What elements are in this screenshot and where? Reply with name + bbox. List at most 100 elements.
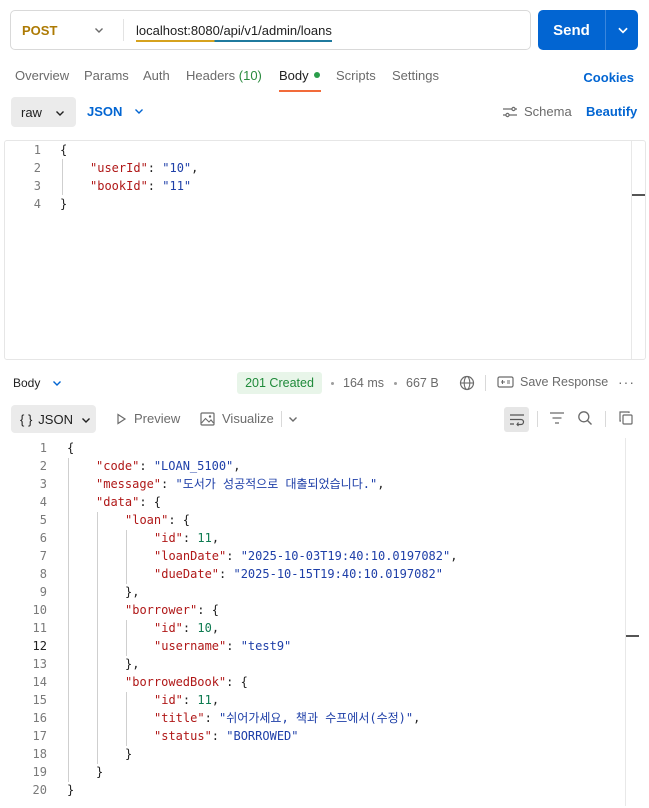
code-line[interactable]: } bbox=[125, 745, 132, 763]
line-number: 14 bbox=[32, 675, 47, 689]
method-select[interactable]: POST bbox=[11, 11, 123, 49]
line-number: 20 bbox=[32, 783, 47, 797]
schema-button[interactable]: Schema bbox=[502, 104, 572, 119]
line-number: 6 bbox=[39, 531, 47, 545]
code-token: } bbox=[60, 197, 68, 211]
indent-guide bbox=[62, 159, 63, 195]
code-token: }, bbox=[125, 585, 140, 599]
cookies-link[interactable]: Cookies bbox=[583, 70, 634, 85]
preview-button[interactable]: Preview bbox=[115, 411, 180, 426]
code-line[interactable]: } bbox=[67, 781, 74, 799]
response-size[interactable]: 667 B bbox=[406, 376, 439, 390]
code-line[interactable]: "id": 10, bbox=[154, 619, 219, 637]
tab-body[interactable]: Body bbox=[279, 68, 320, 83]
code-line[interactable]: "status": "BORROWED" bbox=[154, 727, 299, 745]
code-line[interactable]: "data": { bbox=[96, 493, 161, 511]
globe-icon[interactable] bbox=[459, 375, 475, 391]
copy-icon[interactable] bbox=[618, 410, 634, 426]
code-line[interactable]: }, bbox=[125, 655, 139, 673]
indent-guide bbox=[126, 620, 127, 656]
code-token: : { bbox=[197, 603, 219, 617]
tab-overview[interactable]: Overview bbox=[15, 68, 69, 83]
code-token: : bbox=[147, 179, 163, 193]
code-token: "dueDate" bbox=[154, 567, 220, 581]
filter-icon[interactable] bbox=[549, 411, 565, 425]
divider bbox=[123, 19, 124, 41]
code-line[interactable]: "borrower": { bbox=[125, 601, 219, 619]
code-token: : bbox=[182, 621, 198, 635]
chevron-down-icon[interactable] bbox=[287, 413, 299, 425]
beautify-button[interactable]: Beautify bbox=[586, 104, 637, 119]
code-token: : bbox=[182, 693, 198, 707]
line-number: 19 bbox=[32, 765, 47, 779]
response-format-label: JSON bbox=[38, 411, 73, 427]
indent-guide bbox=[97, 512, 98, 764]
scrollbar[interactable] bbox=[631, 141, 632, 359]
visualize-button[interactable]: Visualize bbox=[200, 411, 274, 426]
code-line[interactable]: } bbox=[96, 763, 103, 781]
status-badge[interactable]: 201 Created bbox=[237, 372, 322, 394]
code-token: , bbox=[233, 459, 241, 473]
code-line[interactable]: "loanDate": "2025-10-03T19:40:10.0197082… bbox=[154, 547, 457, 565]
code-token: "LOAN_5100" bbox=[153, 459, 234, 473]
tab-headers-count: (10) bbox=[238, 68, 262, 83]
code-token: : bbox=[226, 549, 241, 563]
active-tab-indicator bbox=[279, 90, 321, 92]
save-response-button[interactable]: Save Response bbox=[497, 375, 608, 389]
code-line[interactable]: "message": "도서가 성공적으로 대출되었습니다.", bbox=[96, 475, 384, 493]
code-token: : bbox=[211, 729, 227, 743]
send-label: Send bbox=[553, 21, 590, 39]
line-number: 8 bbox=[39, 567, 47, 581]
response-format-select[interactable]: { } JSON bbox=[11, 405, 96, 433]
send-button[interactable]: Send bbox=[538, 10, 638, 50]
response-time[interactable]: 164 ms bbox=[343, 376, 384, 390]
url-input[interactable]: localhost:8080/api/v1/admin/loans bbox=[136, 11, 332, 49]
divider bbox=[281, 411, 282, 427]
line-number: 4 bbox=[33, 197, 41, 211]
tab-settings[interactable]: Settings bbox=[392, 68, 439, 83]
code-line[interactable]: "bookId": "11" bbox=[90, 177, 191, 195]
code-token: "bookId" bbox=[90, 179, 148, 193]
code-token: "11" bbox=[162, 179, 192, 193]
code-line[interactable]: { bbox=[60, 141, 67, 159]
play-icon bbox=[117, 412, 127, 425]
code-token: 11 bbox=[197, 531, 212, 545]
search-icon[interactable] bbox=[577, 410, 593, 426]
response-section-select[interactable]: Body bbox=[13, 376, 61, 390]
code-line[interactable]: "title": "쉬어가세요, 책과 수프에서(수정)", bbox=[154, 709, 420, 727]
body-mode-select[interactable]: raw bbox=[11, 97, 76, 127]
code-token: } bbox=[125, 747, 133, 761]
chevron-down-icon[interactable] bbox=[616, 23, 630, 37]
scrollbar[interactable] bbox=[625, 438, 626, 806]
code-token: : bbox=[139, 459, 154, 473]
indent-guide bbox=[126, 692, 127, 746]
code-line[interactable]: "userId": "10", bbox=[90, 159, 198, 177]
tab-auth[interactable]: Auth bbox=[143, 68, 170, 83]
line-number: 3 bbox=[33, 179, 41, 193]
code-token: : bbox=[147, 161, 163, 175]
code-line[interactable]: "code": "LOAN_5100", bbox=[96, 457, 241, 475]
tab-scripts[interactable]: Scripts bbox=[336, 68, 376, 83]
more-options-icon[interactable]: ··· bbox=[618, 374, 635, 390]
code-line[interactable]: }, bbox=[125, 583, 139, 601]
code-token: "2025-10-15T19:40:10.0197082" bbox=[233, 567, 443, 581]
schema-label: Schema bbox=[524, 104, 572, 119]
code-line[interactable]: "username": "test9" bbox=[154, 637, 291, 655]
code-token: } bbox=[67, 783, 75, 797]
tab-headers[interactable]: Headers (10) bbox=[186, 68, 262, 83]
wrap-lines-button[interactable] bbox=[504, 407, 529, 432]
image-icon bbox=[200, 411, 215, 426]
body-mode-label: raw bbox=[21, 104, 42, 120]
code-line[interactable]: "id": 11, bbox=[154, 691, 219, 709]
chevron-down-icon bbox=[82, 418, 90, 423]
code-line[interactable]: "borrowedBook": { bbox=[125, 673, 248, 691]
line-number: 1 bbox=[39, 441, 47, 455]
tab-params[interactable]: Params bbox=[84, 68, 129, 83]
code-line[interactable]: "dueDate": "2025-10-15T19:40:10.0197082" bbox=[154, 565, 443, 583]
url-box: POST localhost:8080/api/v1/admin/loans bbox=[10, 10, 531, 50]
language-select[interactable]: JSON bbox=[87, 104, 143, 119]
code-line[interactable]: "id": 11, bbox=[154, 529, 219, 547]
code-line[interactable]: } bbox=[60, 195, 67, 213]
code-line[interactable]: "loan": { bbox=[125, 511, 190, 529]
code-line[interactable]: { bbox=[67, 439, 74, 457]
